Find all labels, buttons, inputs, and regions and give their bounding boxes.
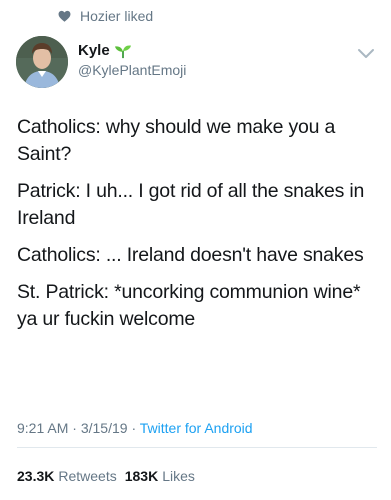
meta-separator: · bbox=[72, 420, 77, 436]
meta-separator: · bbox=[131, 420, 137, 436]
tweet-line: Catholics: ... Ireland doesn't have snak… bbox=[17, 244, 364, 266]
tweet-header: Kyle @KylePlantEmoji bbox=[16, 36, 379, 96]
social-context: Hozier liked bbox=[58, 8, 153, 24]
likes-count: 183K bbox=[124, 468, 159, 484]
likes-label: Likes bbox=[162, 468, 195, 484]
tweet-meta: 9:21 AM · 3/15/19 · Twitter for Android bbox=[17, 420, 253, 436]
tweet-text: Catholics: why should we make you a Sain… bbox=[17, 114, 377, 343]
display-name[interactable]: Kyle bbox=[78, 42, 110, 59]
avatar[interactable] bbox=[16, 36, 68, 88]
liked-by-text[interactable]: Hozier liked bbox=[80, 8, 153, 24]
user-handle[interactable]: @KylePlantEmoji bbox=[78, 62, 186, 78]
display-name-row: Kyle bbox=[78, 42, 186, 59]
tweet-line: Catholics: why should we make you a Sain… bbox=[17, 116, 336, 165]
author-names: Kyle @KylePlantEmoji bbox=[78, 42, 186, 78]
chevron-down-icon[interactable] bbox=[357, 48, 375, 60]
retweets-stat[interactable]: 23.3K Retweets bbox=[17, 468, 117, 484]
avatar-image bbox=[16, 36, 68, 88]
likes-stat[interactable]: 183K Likes bbox=[125, 468, 195, 484]
tweet-date[interactable]: 3/15/19 bbox=[81, 420, 128, 436]
tweet-time[interactable]: 9:21 AM bbox=[17, 420, 68, 436]
tweet-line: Patrick: I uh... I got rid of all the sn… bbox=[17, 180, 365, 229]
tweet-line: St. Patrick: *uncorking communion wine* … bbox=[17, 281, 361, 330]
sprout-icon bbox=[114, 44, 131, 58]
tweet-source-link[interactable]: Twitter for Android bbox=[140, 420, 253, 436]
tweet-stats: 23.3K Retweets 183K Likes bbox=[17, 468, 195, 484]
divider bbox=[17, 447, 377, 448]
retweets-label: Retweets bbox=[58, 468, 117, 484]
retweets-count: 23.3K bbox=[17, 468, 55, 484]
heart-icon bbox=[58, 10, 71, 22]
